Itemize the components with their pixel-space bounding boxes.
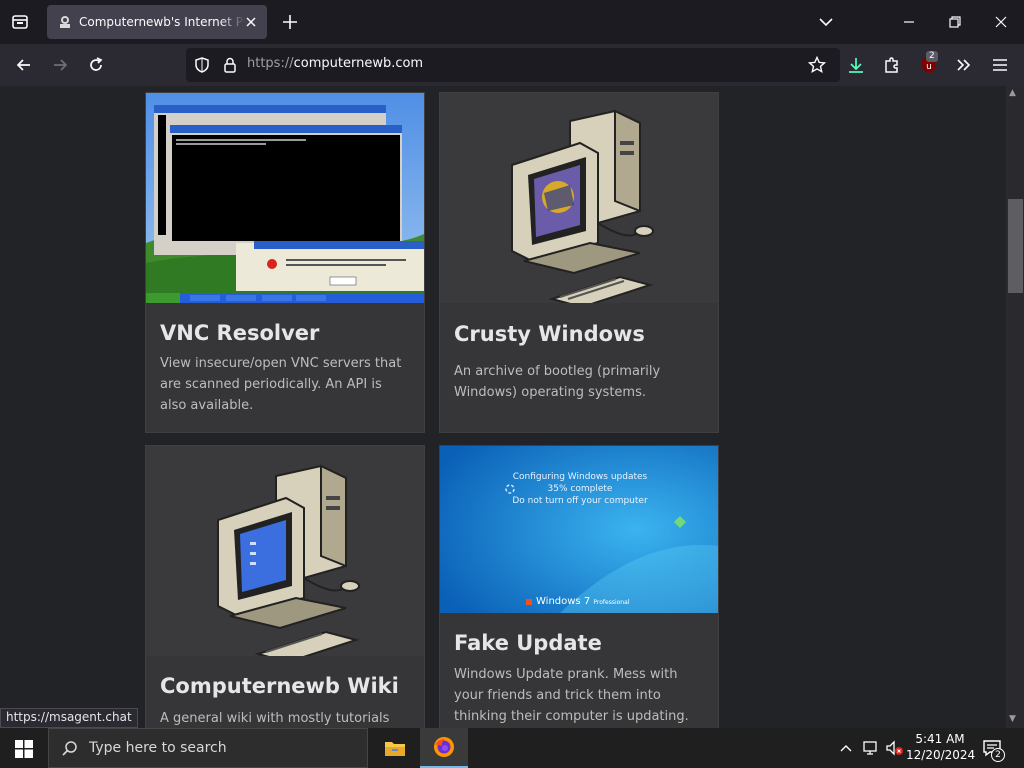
taskbar-firefox[interactable] xyxy=(420,728,468,768)
hamburger-menu-icon[interactable] xyxy=(990,55,1010,75)
card-vnc-resolver[interactable]: VNC Resolver View insecure/open VNC serv… xyxy=(145,92,425,433)
vnc-resolver-thumbnail xyxy=(146,93,424,303)
retro-computer-blue-screen-icon xyxy=(217,464,360,656)
status-link-tooltip: https://msagent.chat xyxy=(0,708,138,728)
reload-icon[interactable] xyxy=(86,55,106,75)
forward-arrow-icon[interactable] xyxy=(50,55,70,75)
card-description: A general wiki with mostly tutorials and xyxy=(160,711,390,726)
page-scrollbar[interactable] xyxy=(1006,86,1024,728)
navigation-toolbar: https://computernewb.com u 2 xyxy=(0,44,1024,86)
folder-icon xyxy=(385,742,405,756)
url-host: computernewb.com xyxy=(293,56,424,71)
bookmark-star-icon[interactable] xyxy=(807,55,827,75)
taskbar-file-explorer[interactable] xyxy=(371,728,419,768)
card-title: Computernewb Wiki xyxy=(160,674,399,698)
svg-text:u: u xyxy=(926,62,932,72)
close-tab-icon[interactable] xyxy=(243,14,259,30)
update-message: Configuring Windows updates 35% complete… xyxy=(440,471,718,507)
taskbar-search-box[interactable]: Type here to search xyxy=(48,728,368,768)
page-content: VNC Resolver View insecure/open VNC serv… xyxy=(0,86,1006,728)
update-line-1: Configuring Windows updates xyxy=(512,472,648,482)
url-bar[interactable]: https://computernewb.com xyxy=(186,48,840,82)
card-title: Fake Update xyxy=(454,631,602,655)
card-computernewb-wiki[interactable]: Computernewb Wiki A general wiki with mo… xyxy=(145,445,425,728)
lock-icon[interactable] xyxy=(221,56,239,74)
clock-time: 5:41 AM xyxy=(915,732,965,746)
scrollbar-thumb[interactable] xyxy=(1008,199,1023,293)
windows-start-icon[interactable] xyxy=(15,740,33,758)
card-fake-update[interactable]: Configuring Windows updates 35% complete… xyxy=(439,445,719,728)
tracking-shield-icon[interactable] xyxy=(193,56,211,74)
new-tab-icon[interactable] xyxy=(280,12,300,32)
computernewb-wiki-thumbnail xyxy=(146,446,424,656)
chevron-up-icon[interactable] xyxy=(839,742,853,754)
card-crusty-windows[interactable]: Crusty Windows An archive of bootleg (pr… xyxy=(439,92,719,433)
taskbar-clock[interactable]: 5:41 AM 12/20/2024 xyxy=(906,731,976,763)
crusty-windows-thumbnail xyxy=(440,93,718,303)
windows-taskbar: Type here to search 5:41 AM 12/20/2024 xyxy=(0,728,1024,768)
update-line-3: Do not turn off your computer xyxy=(512,496,648,506)
retro-computer-icon xyxy=(511,109,654,303)
volume-muted-icon[interactable] xyxy=(885,740,905,756)
list-all-tabs-icon[interactable] xyxy=(816,12,836,32)
fake-update-thumbnail: Configuring Windows updates 35% complete… xyxy=(440,446,718,613)
scroll-down-arrow-icon[interactable]: ▼ xyxy=(1009,714,1016,724)
network-icon[interactable] xyxy=(862,740,880,756)
card-description: View insecure/open VNC servers that are … xyxy=(160,356,402,413)
card-description: Windows Update prank. Mess with your fri… xyxy=(454,667,689,724)
scroll-up-arrow-icon[interactable]: ▲ xyxy=(1009,88,1016,98)
extensions-puzzle-icon[interactable] xyxy=(882,55,902,75)
tab-strip: Computernewb's Internet Pub | Home xyxy=(0,0,1024,44)
back-arrow-icon[interactable] xyxy=(14,55,34,75)
extension-badge-count: 2 xyxy=(926,51,938,62)
url-protocol: https:// xyxy=(247,56,294,71)
site-favicon-icon xyxy=(60,16,70,28)
tab-active[interactable]: Computernewb's Internet Pub | Home xyxy=(47,5,267,39)
downloads-icon[interactable] xyxy=(846,55,866,75)
url-text[interactable]: https://computernewb.com xyxy=(247,56,423,71)
card-description: An archive of bootleg (primarily Windows… xyxy=(454,364,661,400)
tab-title: Computernewb's Internet Pub | Home xyxy=(79,15,245,29)
notification-count-badge: 2 xyxy=(991,748,1005,762)
firefox-icon xyxy=(434,737,454,757)
overflow-chevrons-icon[interactable] xyxy=(954,55,974,75)
search-placeholder: Type here to search xyxy=(89,740,227,756)
card-title: VNC Resolver xyxy=(160,321,320,345)
card-title: Crusty Windows xyxy=(454,322,645,346)
clock-date: 12/20/2024 xyxy=(906,748,976,762)
firefox-view-icon xyxy=(12,15,28,29)
windows7-logo: Windows 7 Professional xyxy=(536,596,629,607)
search-icon xyxy=(62,741,77,756)
update-line-2: 35% complete xyxy=(547,484,613,494)
windows7-logo-text: Windows 7 xyxy=(536,596,591,607)
restore-icon[interactable] xyxy=(945,12,965,32)
windows7-edition: Professional xyxy=(593,599,630,606)
close-window-icon[interactable] xyxy=(991,12,1011,32)
minimize-icon[interactable] xyxy=(899,12,919,32)
firefox-view-button[interactable] xyxy=(0,0,40,44)
xp-desktop-thumbnail-icon xyxy=(146,93,424,303)
